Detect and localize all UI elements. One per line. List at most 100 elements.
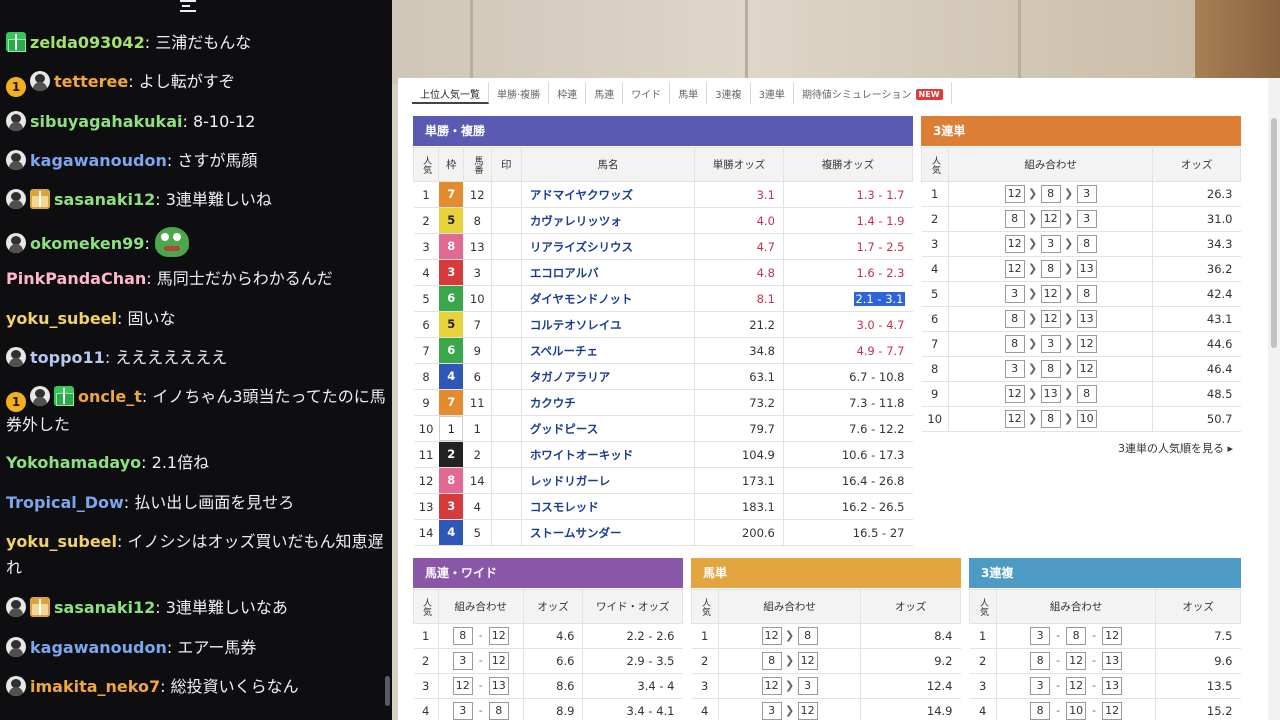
horse-name-cell[interactable]: リアライズシリウス: [520, 233, 695, 260]
chat-username[interactable]: yoku_subeel: [6, 532, 117, 551]
mark-cell[interactable]: [490, 493, 522, 520]
combination-cell[interactable]: 3-12-13: [995, 673, 1156, 699]
chat-username[interactable]: kagawanoudon: [30, 151, 167, 170]
horse-name-cell[interactable]: コスモレッド: [520, 493, 695, 520]
chat-username[interactable]: Yokohamadayo: [6, 453, 141, 472]
horse-name-cell[interactable]: カクウチ: [520, 389, 695, 416]
table-row[interactable]: 6 5 7 コルテオソレイユ 21.2 3.0 - 4.7: [413, 311, 913, 338]
mark-cell[interactable]: [490, 337, 522, 364]
table-row[interactable]: 1 7 12 アドマイヤクワッズ 3.1 1.3 - 1.7: [413, 181, 913, 208]
table-row[interactable]: 5 6 10 ダイヤモンドノット 8.1 2.1 - 3.1: [413, 285, 913, 312]
mark-cell[interactable]: [490, 389, 522, 416]
combination-cell[interactable]: 12 ❯ 13 ❯ 8: [947, 381, 1153, 407]
table-row[interactable]: 1 12 ❯ 8 ❯ 3 26.3: [921, 181, 1241, 207]
table-row[interactable]: 3 3-12-13 13.5: [969, 673, 1241, 699]
table-row[interactable]: 6 8 ❯ 12 ❯ 13 43.1: [921, 306, 1241, 332]
table-row[interactable]: 2 5 8 カヴァレリッツォ 4.0 1.4 - 1.9: [413, 207, 913, 234]
tab-2[interactable]: 枠連: [549, 82, 587, 104]
combination-cell[interactable]: 12 ❯ 8 ❯ 10: [947, 406, 1153, 432]
table-row[interactable]: 3 12 ❯ 3 ❯ 8 34.3: [921, 231, 1241, 257]
tab-0[interactable]: 上位人気一覧: [412, 82, 489, 104]
mark-cell[interactable]: [490, 415, 522, 442]
table-row[interactable]: 9 12 ❯ 13 ❯ 8 48.5: [921, 381, 1241, 407]
combination-cell[interactable]: 12 ❯ 8 ❯ 3: [947, 181, 1153, 207]
table-row[interactable]: 2 8 ❯ 12 9.2: [691, 648, 961, 674]
horse-name-cell[interactable]: ダイヤモンドノット: [520, 285, 695, 312]
combination-cell[interactable]: 8 ❯ 12 ❯ 13: [947, 306, 1153, 332]
combination-cell[interactable]: 12 ❯ 3 ❯ 8: [947, 231, 1153, 257]
mark-cell[interactable]: [490, 519, 522, 546]
horse-name-cell[interactable]: エコロアルバ: [520, 259, 695, 286]
table-row[interactable]: 4 3-8 8.9 3.4 - 4.1: [413, 698, 683, 720]
horse-name-cell[interactable]: タガノアラリア: [520, 363, 695, 390]
page-scrollbar-thumb[interactable]: [1271, 118, 1277, 348]
chat-username[interactable]: okomeken99: [30, 234, 144, 253]
combination-cell[interactable]: 3 ❯ 12: [717, 698, 861, 720]
chat-username[interactable]: oncle_t: [78, 387, 142, 406]
table-row[interactable]: 4 12 ❯ 8 ❯ 13 36.2: [921, 256, 1241, 282]
table-row[interactable]: 4 3 ❯ 12 14.9: [691, 698, 961, 720]
tab-3[interactable]: 馬連: [586, 82, 624, 104]
table-row[interactable]: 10 12 ❯ 8 ❯ 10 50.7: [921, 406, 1241, 432]
table-row[interactable]: 1 8-12 4.6 2.2 - 2.6: [413, 623, 683, 649]
combination-cell[interactable]: 12-13: [437, 673, 524, 699]
tab-6[interactable]: 3連複: [707, 82, 751, 104]
table-row[interactable]: 10 1 1 グッドピース 79.7 7.6 - 12.2: [413, 415, 913, 442]
combination-cell[interactable]: 8 ❯ 12 ❯ 3: [947, 206, 1153, 232]
combination-cell[interactable]: 3 ❯ 8 ❯ 12: [947, 356, 1153, 382]
chat-collapse-icon[interactable]: [178, 0, 198, 16]
chat-username[interactable]: yoku_subeel: [6, 309, 117, 328]
table-row[interactable]: 4 8-10-12 15.2: [969, 698, 1241, 720]
combination-cell[interactable]: 12 ❯ 8: [717, 623, 861, 649]
combination-cell[interactable]: 12 ❯ 3: [717, 673, 861, 699]
tab-1[interactable]: 単勝·複勝: [489, 82, 550, 104]
chat-username[interactable]: zelda093042: [30, 33, 145, 52]
combination-cell[interactable]: 8-10-12: [995, 698, 1156, 720]
horse-name-cell[interactable]: アドマイヤクワッズ: [520, 181, 695, 208]
table-row[interactable]: 2 3-12 6.6 2.9 - 3.5: [413, 648, 683, 674]
chat-username[interactable]: sibuyagahakukai: [30, 112, 182, 131]
table-row[interactable]: 12 8 14 レッドリガーレ 173.1 16.4 - 26.8: [413, 467, 913, 494]
mark-cell[interactable]: [490, 259, 522, 286]
chat-username[interactable]: imakita_neko7: [30, 677, 160, 696]
mark-cell[interactable]: [490, 311, 522, 338]
page-scrollbar[interactable]: [1268, 78, 1280, 720]
chat-username[interactable]: toppo11: [30, 348, 105, 367]
chat-username[interactable]: tetteree: [54, 72, 128, 91]
horse-name-cell[interactable]: カヴァレリッツォ: [520, 207, 695, 234]
mark-cell[interactable]: [490, 207, 522, 234]
table-row[interactable]: 11 2 2 ホワイトオーキッド 104.9 10.6 - 17.3: [413, 441, 913, 468]
combination-cell[interactable]: 3 ❯ 12 ❯ 8: [947, 281, 1153, 307]
table-row[interactable]: 3 12-13 8.6 3.4 - 4: [413, 673, 683, 699]
combination-cell[interactable]: 12 ❯ 8 ❯ 13: [947, 256, 1153, 282]
table-row[interactable]: 8 4 6 タガノアラリア 63.1 6.7 - 10.8: [413, 363, 913, 390]
chat-username[interactable]: PinkPandaChan: [6, 269, 146, 288]
horse-name-cell[interactable]: グッドピース: [520, 415, 695, 442]
horse-name-cell[interactable]: ホワイトオーキッド: [520, 441, 695, 468]
table-row[interactable]: 7 8 ❯ 3 ❯ 12 44.6: [921, 331, 1241, 357]
table-row[interactable]: 3 12 ❯ 3 12.4: [691, 673, 961, 699]
mark-cell[interactable]: [490, 467, 522, 494]
combination-cell[interactable]: 8 ❯ 3 ❯ 12: [947, 331, 1153, 357]
table-row[interactable]: 5 3 ❯ 12 ❯ 8 42.4: [921, 281, 1241, 307]
chat-username[interactable]: sasanaki12: [54, 190, 155, 209]
table-row[interactable]: 9 7 11 カクウチ 73.2 7.3 - 11.8: [413, 389, 913, 416]
horse-name-cell[interactable]: スペルーチェ: [520, 337, 695, 364]
horse-name-cell[interactable]: レッドリガーレ: [520, 467, 695, 494]
table-row[interactable]: 14 4 5 ストームサンダー 200.6 16.5 - 27: [413, 519, 913, 546]
combination-cell[interactable]: 8-12: [437, 623, 524, 649]
chat-username[interactable]: Tropical_Dow: [6, 493, 124, 512]
horse-name-cell[interactable]: ストームサンダー: [520, 519, 695, 546]
tab-7[interactable]: 3連単: [751, 82, 794, 104]
mark-cell[interactable]: [490, 441, 522, 468]
table-row[interactable]: 8 3 ❯ 8 ❯ 12 46.4: [921, 356, 1241, 382]
tab-4[interactable]: ワイド: [623, 82, 671, 104]
combination-cell[interactable]: 3-12: [437, 648, 524, 674]
chat-username[interactable]: sasanaki12: [54, 598, 155, 617]
chat-username[interactable]: kagawanoudon: [30, 638, 167, 657]
table-row[interactable]: 1 3-8-12 7.5: [969, 623, 1241, 649]
table-row[interactable]: 13 3 4 コスモレッド 183.1 16.2 - 26.5: [413, 493, 913, 520]
tab-5[interactable]: 馬単: [670, 82, 708, 104]
mark-cell[interactable]: [490, 285, 522, 312]
combination-cell[interactable]: 8 ❯ 12: [717, 648, 861, 674]
